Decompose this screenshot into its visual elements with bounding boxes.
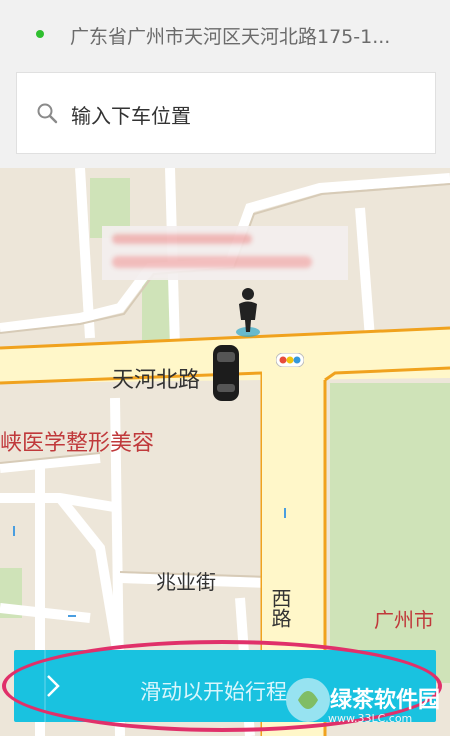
dropoff-search-box[interactable]: 输入下车位置	[16, 72, 436, 154]
header-panel: 广东省广州市天河区天河北路175-1... 输入下车位置	[0, 0, 450, 168]
dropoff-search-placeholder: 输入下车位置	[71, 104, 191, 128]
pickup-address-row[interactable]: 广东省广州市天河区天河北路175-1...	[0, 0, 450, 68]
watermark-url: www.33LC.com	[328, 712, 413, 725]
map-poi-label: 峡医学整形美容	[0, 431, 155, 456]
blurred-text-line	[112, 234, 252, 244]
map-road-label: 天河北路	[112, 368, 201, 393]
pickup-person-marker-icon[interactable]	[228, 286, 268, 340]
map-road-label-vertical: 西路	[268, 588, 292, 628]
watermark-brand: 绿茶软件园	[330, 688, 441, 713]
blurred-text-line	[112, 256, 312, 268]
search-icon	[37, 103, 58, 124]
location-info-popup[interactable]	[102, 226, 348, 280]
map-street-label: 兆业街	[156, 570, 216, 594]
map-district-label: 广州市	[374, 608, 434, 632]
pickup-status-dot	[36, 30, 44, 38]
car-marker-icon	[213, 345, 239, 401]
traffic-light-icon	[276, 353, 304, 367]
pickup-address-text: 广东省广州市天河区天河北路175-1...	[70, 26, 391, 48]
